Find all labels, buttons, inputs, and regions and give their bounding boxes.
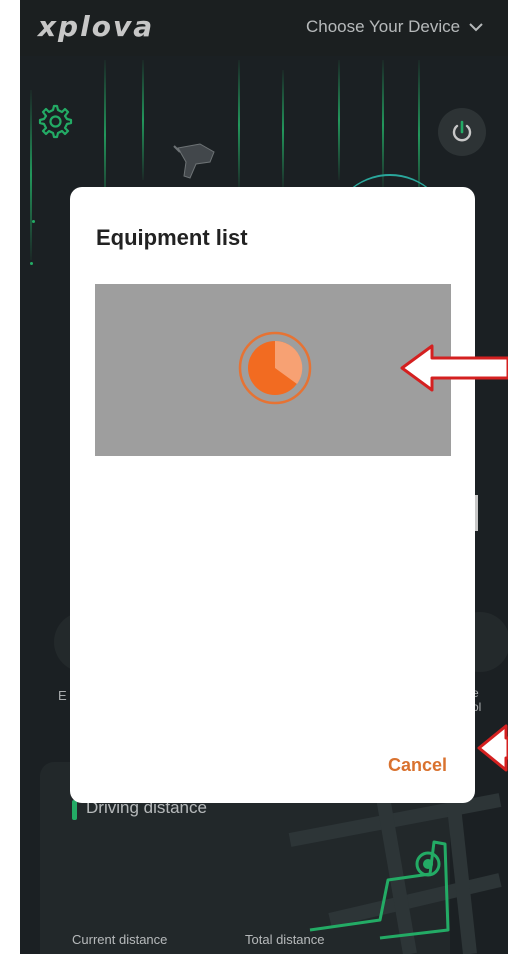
loading-spinner-icon — [238, 331, 312, 405]
callout-arrow-icon — [477, 724, 508, 772]
screenshot-stage: xplova Choose Your Device E e ol Driving… — [0, 0, 508, 954]
callout-arrow-icon — [400, 344, 508, 392]
cancel-button[interactable]: Cancel — [388, 755, 447, 776]
equipment-list-dialog: Equipment list Cancel — [70, 187, 475, 803]
dialog-title: Equipment list — [96, 225, 248, 250]
